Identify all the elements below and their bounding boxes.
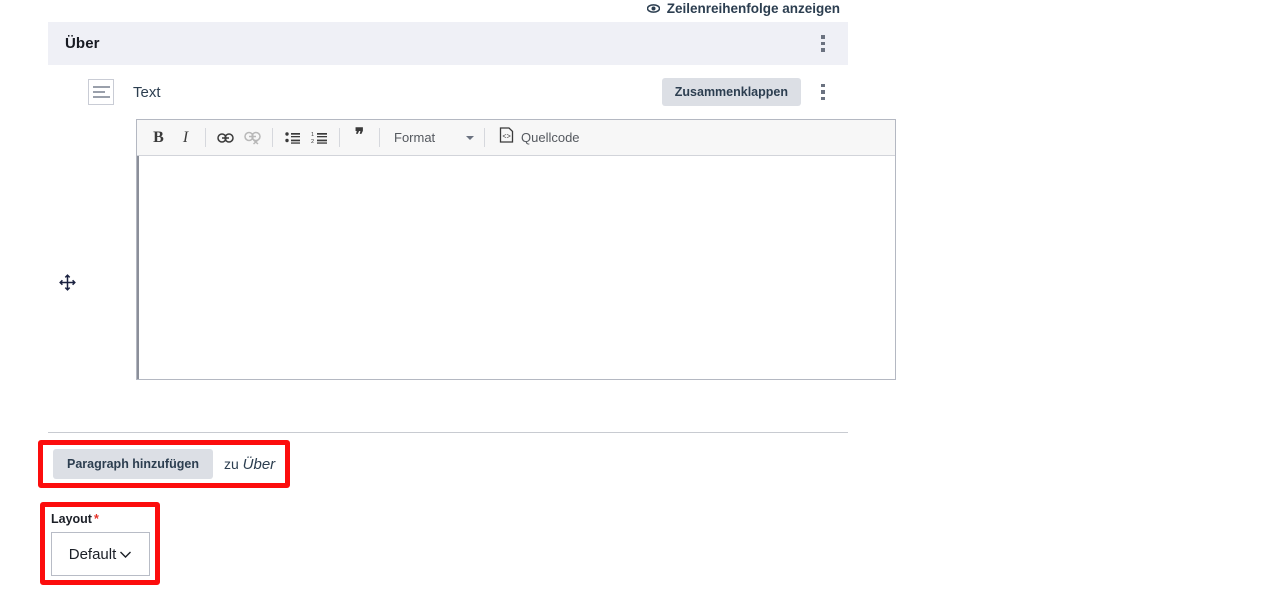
text-lines-icon (88, 79, 114, 105)
section-divider (48, 432, 848, 433)
toolbar-divider (205, 128, 206, 147)
toolbar-divider (339, 128, 340, 147)
link-icon[interactable] (212, 125, 239, 151)
add-paragraph-highlight: Paragraph hinzufügen zu Über (38, 440, 290, 488)
chevron-down-icon (120, 551, 132, 558)
add-paragraph-button[interactable]: Paragraph hinzufügen (53, 449, 213, 479)
svg-text:<>: <> (502, 134, 510, 142)
required-marker: * (93, 512, 99, 526)
paragraph-menu-icon[interactable] (811, 77, 835, 107)
toolbar-divider (272, 128, 273, 147)
editor-toolbar: B I 1 2 ❞ Format <> Quellcode (137, 120, 895, 156)
icon-line (93, 95, 110, 99)
add-paragraph-row: Paragraph hinzufügen zu Über (43, 449, 275, 479)
kebab-dot (821, 83, 825, 88)
collapse-button[interactable]: Zusammenklappen (661, 78, 801, 106)
kebab-dot (821, 41, 825, 46)
icon-line (93, 85, 110, 89)
add-paragraph-suffix: zu Über (224, 456, 275, 473)
about-section-menu-icon[interactable] (810, 28, 836, 60)
svg-text:1: 1 (311, 132, 314, 138)
about-section-title: Über (65, 35, 100, 52)
layout-label-text: Layout (51, 512, 92, 526)
format-dropdown-label: Format (394, 130, 436, 145)
paragraph-header: Text Zusammenklappen (48, 65, 848, 119)
kebab-dot (821, 90, 825, 94)
editor-content-area[interactable] (137, 156, 895, 379)
paragraph-item: Text Zusammenklappen B I 1 2 ❞ Format <>… (48, 65, 896, 380)
about-section-header: Über (48, 22, 848, 65)
kebab-dot (821, 96, 825, 101)
toolbar-divider (484, 128, 485, 147)
layout-field-highlight: Layout * Default (40, 502, 160, 585)
kebab-dot (821, 35, 825, 39)
toolbar-divider (379, 128, 380, 147)
add-paragraph-target: Über (242, 455, 276, 473)
blockquote-button[interactable]: ❞ (346, 125, 373, 151)
eye-icon (646, 3, 660, 13)
source-code-label: Quellcode (521, 130, 580, 145)
row-order-toggle-link[interactable]: Zeilenreihenfolge anzeigen (646, 0, 840, 16)
layout-field: Layout * Default (45, 507, 155, 576)
row-order-link-label: Zeilenreihenfolge anzeigen (666, 0, 840, 16)
format-dropdown[interactable]: Format (386, 125, 478, 151)
layout-field-label: Layout * (51, 512, 155, 526)
bulleted-list-icon[interactable] (279, 125, 306, 151)
unlink-icon (239, 125, 266, 151)
about-section: Über Text Zusammenklappen B I 1 2 ❞ Form… (48, 22, 896, 380)
layout-select[interactable]: Default (51, 532, 150, 576)
page-root: Zeilenreihenfolge anzeigen Über Text Zus… (0, 0, 1280, 598)
kebab-dot (821, 48, 825, 52)
layout-select-value: Default (68, 545, 117, 563)
icon-line (93, 90, 105, 94)
svg-text:2: 2 (311, 139, 314, 144)
source-code-icon: <> (499, 127, 514, 148)
rich-text-editor: B I 1 2 ❞ Format <> Quellcode (136, 119, 896, 380)
source-code-button[interactable]: <> Quellcode (491, 125, 588, 151)
italic-button[interactable]: I (172, 125, 199, 151)
chevron-down-icon (466, 135, 474, 140)
bold-button[interactable]: B (145, 125, 172, 151)
add-paragraph-preposition: zu (223, 455, 239, 472)
numbered-list-icon[interactable]: 1 2 (306, 125, 333, 151)
move-handle-icon[interactable] (55, 270, 79, 294)
paragraph-type-label: Text (133, 83, 161, 101)
